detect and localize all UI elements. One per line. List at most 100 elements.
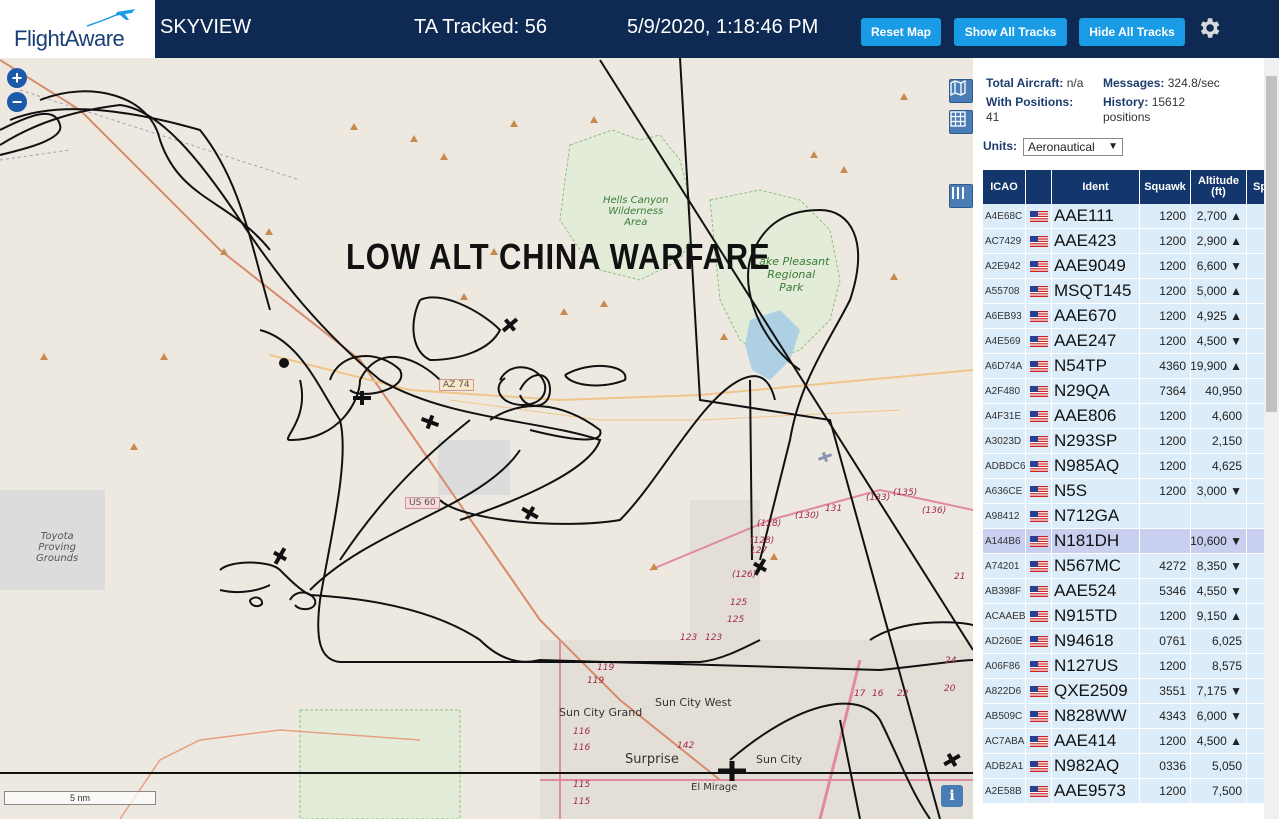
sun-city-west-label: Sun City West (655, 696, 732, 709)
map-layers-button[interactable] (949, 79, 973, 103)
overlay-title: LOW ALT CHINA WARFARE (346, 236, 771, 277)
flag-cell (1026, 429, 1052, 453)
top-bar: FlightAware SKYVIEW TA Tracked: 56 5/9/2… (0, 0, 1279, 58)
table-row[interactable]: AC7ABA AAE414 1200 4,500 ▲ (983, 729, 1279, 754)
table-row[interactable]: A2F480 N29QA 7364 40,950 (983, 379, 1279, 404)
us-flag-icon (1030, 261, 1048, 272)
table-row[interactable]: A2E58B AAE9573 1200 7,500 (983, 779, 1279, 804)
map-canvas[interactable]: Hells Canyon Wilderness Area Lake Pleasant… (0, 58, 973, 819)
zoom-out-button[interactable]: − (7, 92, 27, 112)
zoom-in-button[interactable]: + (7, 68, 27, 88)
table-row[interactable]: A98412 N712GA (983, 504, 1279, 529)
us-flag-icon (1030, 586, 1048, 597)
squawk-cell: 1200 (1140, 304, 1191, 328)
table-row[interactable]: A06F86 N127US 1200 8,575 (983, 654, 1279, 679)
gear-icon[interactable] (1196, 15, 1222, 41)
grid-toggle-button[interactable] (949, 110, 973, 134)
us-flag-icon (1030, 286, 1048, 297)
squawk-cell: 1200 (1140, 429, 1191, 453)
ident-cell: N915TD (1052, 604, 1140, 628)
ident-cell: N181DH (1052, 529, 1140, 553)
table-row[interactable]: A74201 N567MC 4272 8,350 ▼ (983, 554, 1279, 579)
ident-cell: N54TP (1052, 354, 1140, 378)
units-select[interactable]: Aeronautical ▼ (1023, 138, 1123, 156)
flag-cell (1026, 354, 1052, 378)
tracked-count: TA Tracked: 56 (414, 16, 548, 38)
icao-cell: A6EB93 (983, 304, 1026, 328)
table-row[interactable]: A55708 MSQT145 1200 5,000 ▲ (983, 279, 1279, 304)
altitude-cell: 2,900 ▲ (1191, 229, 1247, 253)
logo[interactable]: FlightAware (0, 0, 155, 58)
aircraft-table: ICAO Ident Squawk Altitude (ft) Sp A4E68… (983, 170, 1279, 804)
altitude-cell: 6,000 ▼ (1191, 704, 1247, 728)
table-row[interactable]: A4E68C AAE111 1200 2,700 ▲ (983, 204, 1279, 229)
column-header-altitude[interactable]: Altitude (ft) (1191, 170, 1247, 204)
squawk-cell: 1200 (1140, 404, 1191, 428)
column-header-flag[interactable] (1026, 170, 1052, 204)
us-flag-icon (1030, 311, 1048, 322)
table-row[interactable]: A6D74A N54TP 4360 19,900 ▲ (983, 354, 1279, 379)
us-flag-icon (1030, 636, 1048, 647)
squawk-cell: 0336 (1140, 754, 1191, 778)
table-row[interactable]: ACAAEB N915TD 1200 9,150 ▲ (983, 604, 1279, 629)
table-row[interactable]: A3023D N293SP 1200 2,150 (983, 429, 1279, 454)
el-mirage-label: El Mirage (691, 782, 738, 793)
table-row[interactable]: A2E942 AAE9049 1200 6,600 ▼ (983, 254, 1279, 279)
hide-all-tracks-button[interactable]: Hide All Tracks (1079, 18, 1185, 46)
route-label: 24 (945, 656, 957, 666)
route-label: 127 (750, 546, 768, 556)
squawk-cell: 5346 (1140, 579, 1191, 603)
info-button[interactable]: i (941, 785, 963, 807)
route-label: 16 (872, 689, 884, 699)
ident-cell: AAE414 (1052, 729, 1140, 753)
table-row[interactable]: A4E569 AAE247 1200 4,500 ▼ (983, 329, 1279, 354)
table-row[interactable]: AB398F AAE524 5346 4,550 ▼ (983, 579, 1279, 604)
column-header-ident[interactable]: Ident (1052, 170, 1140, 204)
table-row[interactable]: A636CE N5S 1200 3,000 ▼ (983, 479, 1279, 504)
table-row[interactable]: ADB2A1 N982AQ 0336 5,050 (983, 754, 1279, 779)
icao-cell: AB398F (983, 579, 1026, 603)
reset-map-button[interactable]: Reset Map (861, 18, 941, 46)
table-row[interactable]: A822D6 QXE2509 3551 7,175 ▼ (983, 679, 1279, 704)
table-row[interactable]: ADBDC6 N985AQ 1200 4,625 (983, 454, 1279, 479)
route-label: (133) (866, 493, 891, 503)
us-flag-icon (1030, 461, 1048, 472)
sun-city-grand-label: Sun City Grand (559, 706, 643, 719)
altitude-cell (1191, 504, 1247, 528)
column-header-squawk[interactable]: Squawk (1140, 170, 1191, 204)
route-label: (136) (922, 506, 947, 516)
show-all-tracks-button[interactable]: Show All Tracks (954, 18, 1067, 46)
table-row[interactable]: A6EB93 AAE670 1200 4,925 ▲ (983, 304, 1279, 329)
us-flag-icon (1030, 561, 1048, 572)
column-header-icao[interactable]: ICAO (983, 170, 1026, 204)
table-row[interactable]: A4F31E AAE806 1200 4,600 (983, 404, 1279, 429)
table-header: ICAO Ident Squawk Altitude (ft) Sp (983, 170, 1279, 204)
altitude-cell: 4,925 ▲ (1191, 304, 1247, 328)
squawk-cell: 1200 (1140, 779, 1191, 803)
table-row[interactable]: AC7429 AAE423 1200 2,900 ▲ (983, 229, 1279, 254)
icao-cell: A06F86 (983, 654, 1026, 678)
flag-cell (1026, 229, 1052, 253)
route-label: 17 (854, 689, 866, 699)
us-flag-icon (1030, 536, 1048, 547)
route-label: 21 (954, 572, 966, 582)
us-flag-icon (1030, 486, 1048, 497)
ident-cell: N828WW (1052, 704, 1140, 728)
columns-icon (952, 187, 964, 199)
altitude-cell: 8,350 ▼ (1191, 554, 1247, 578)
flag-cell (1026, 379, 1052, 403)
altitude-cell: 4,500 ▼ (1191, 329, 1247, 353)
panel-scrollbar[interactable] (1264, 58, 1279, 819)
columns-toggle-button[interactable] (949, 184, 973, 208)
icao-cell: A4E68C (983, 204, 1026, 228)
altitude-cell: 7,175 ▼ (1191, 679, 1247, 703)
table-row[interactable]: A144B6 N181DH 10,600 ▼ (983, 529, 1279, 554)
table-row[interactable]: AB509C N828WW 4343 6,000 ▼ (983, 704, 1279, 729)
dropdown-arrow-icon: ▼ (1108, 141, 1118, 152)
icao-cell: A98412 (983, 504, 1026, 528)
ident-cell: AAE670 (1052, 304, 1140, 328)
scrollbar-thumb[interactable] (1266, 76, 1277, 412)
table-row[interactable]: AD260E N94618 0761 6,025 (983, 629, 1279, 654)
ident-cell: N29QA (1052, 379, 1140, 403)
ident-cell: AAE524 (1052, 579, 1140, 603)
